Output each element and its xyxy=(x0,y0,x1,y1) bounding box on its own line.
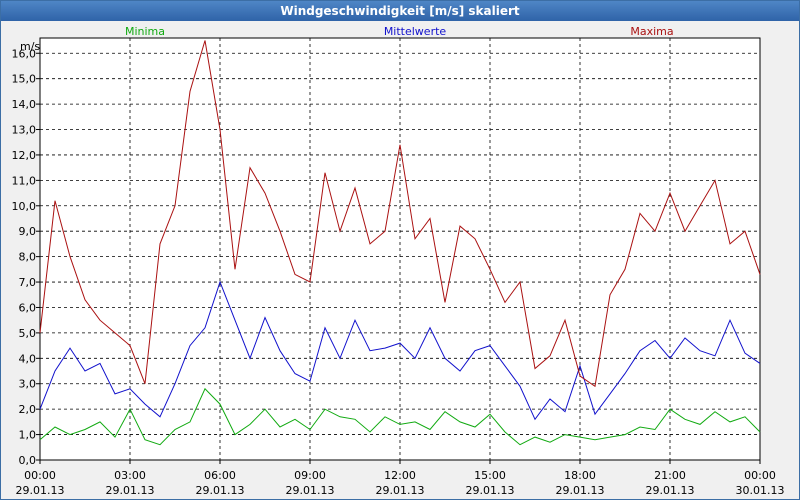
y-tick-label: 0,0 xyxy=(19,454,37,467)
y-tick-label: 4,0 xyxy=(19,352,37,365)
y-tick-label: 13,0 xyxy=(12,124,37,137)
y-axis-ticks: 0,0 1,0 2,0 3,0 4,0 5,0 6,0 7,0 8,0 9,0 10,0 11,0 12… xyxy=(12,47,40,467)
x-tick-time: 00:00 xyxy=(24,469,56,482)
x-tick-time: 06:00 xyxy=(204,469,236,482)
x-tick-time: 12:00 xyxy=(384,469,416,482)
y-tick-label: 12,0 xyxy=(12,149,37,162)
x-tick-date: 30.01.13 xyxy=(736,484,785,497)
y-tick-label: 6,0 xyxy=(19,301,37,314)
x-tick-time: 00:00 xyxy=(744,469,776,482)
y-tick-label: 15,0 xyxy=(12,73,37,86)
y-tick-label: 9,0 xyxy=(19,225,37,238)
y-axis-unit: m/s xyxy=(20,40,40,53)
y-tick-label: 14,0 xyxy=(12,98,37,111)
y-tick-label: 3,0 xyxy=(19,378,37,391)
x-tick-time: 03:00 xyxy=(114,469,146,482)
x-tick-time: 15:00 xyxy=(474,469,506,482)
y-tick-label: 11,0 xyxy=(12,174,37,187)
y-tick-label: 1,0 xyxy=(19,429,37,442)
x-tick-date: 29.01.13 xyxy=(376,484,425,497)
y-tick-label: 8,0 xyxy=(19,251,37,264)
legend-minima: Minima xyxy=(125,25,165,38)
x-tick-date: 29.01.13 xyxy=(556,484,605,497)
y-tick-label: 10,0 xyxy=(12,200,37,213)
x-axis-ticks: 00:00 29.01.13 03:00 29.01.13 06:00 29.01.13 0… xyxy=(16,460,785,497)
legend-maxima: Maxima xyxy=(630,25,673,38)
wind-speed-chart: 0,0 1,0 2,0 3,0 4,0 5,0 6,0 7,0 8,0 9,0 10,0 11,0 12… xyxy=(12,25,785,497)
x-tick-time: 21:00 xyxy=(654,469,686,482)
x-tick-time: 18:00 xyxy=(564,469,596,482)
legend-mittelwerte: Mittelwerte xyxy=(384,25,447,38)
y-tick-label: 7,0 xyxy=(19,276,37,289)
x-tick-date: 29.01.13 xyxy=(106,484,155,497)
x-tick-time: 09:00 xyxy=(294,469,326,482)
x-tick-date: 29.01.13 xyxy=(196,484,245,497)
x-tick-date: 29.01.13 xyxy=(286,484,335,497)
y-tick-label: 2,0 xyxy=(19,403,37,416)
x-tick-date: 29.01.13 xyxy=(646,484,695,497)
x-tick-date: 29.01.13 xyxy=(466,484,515,497)
y-tick-label: 5,0 xyxy=(19,327,37,340)
x-tick-date: 29.01.13 xyxy=(16,484,65,497)
